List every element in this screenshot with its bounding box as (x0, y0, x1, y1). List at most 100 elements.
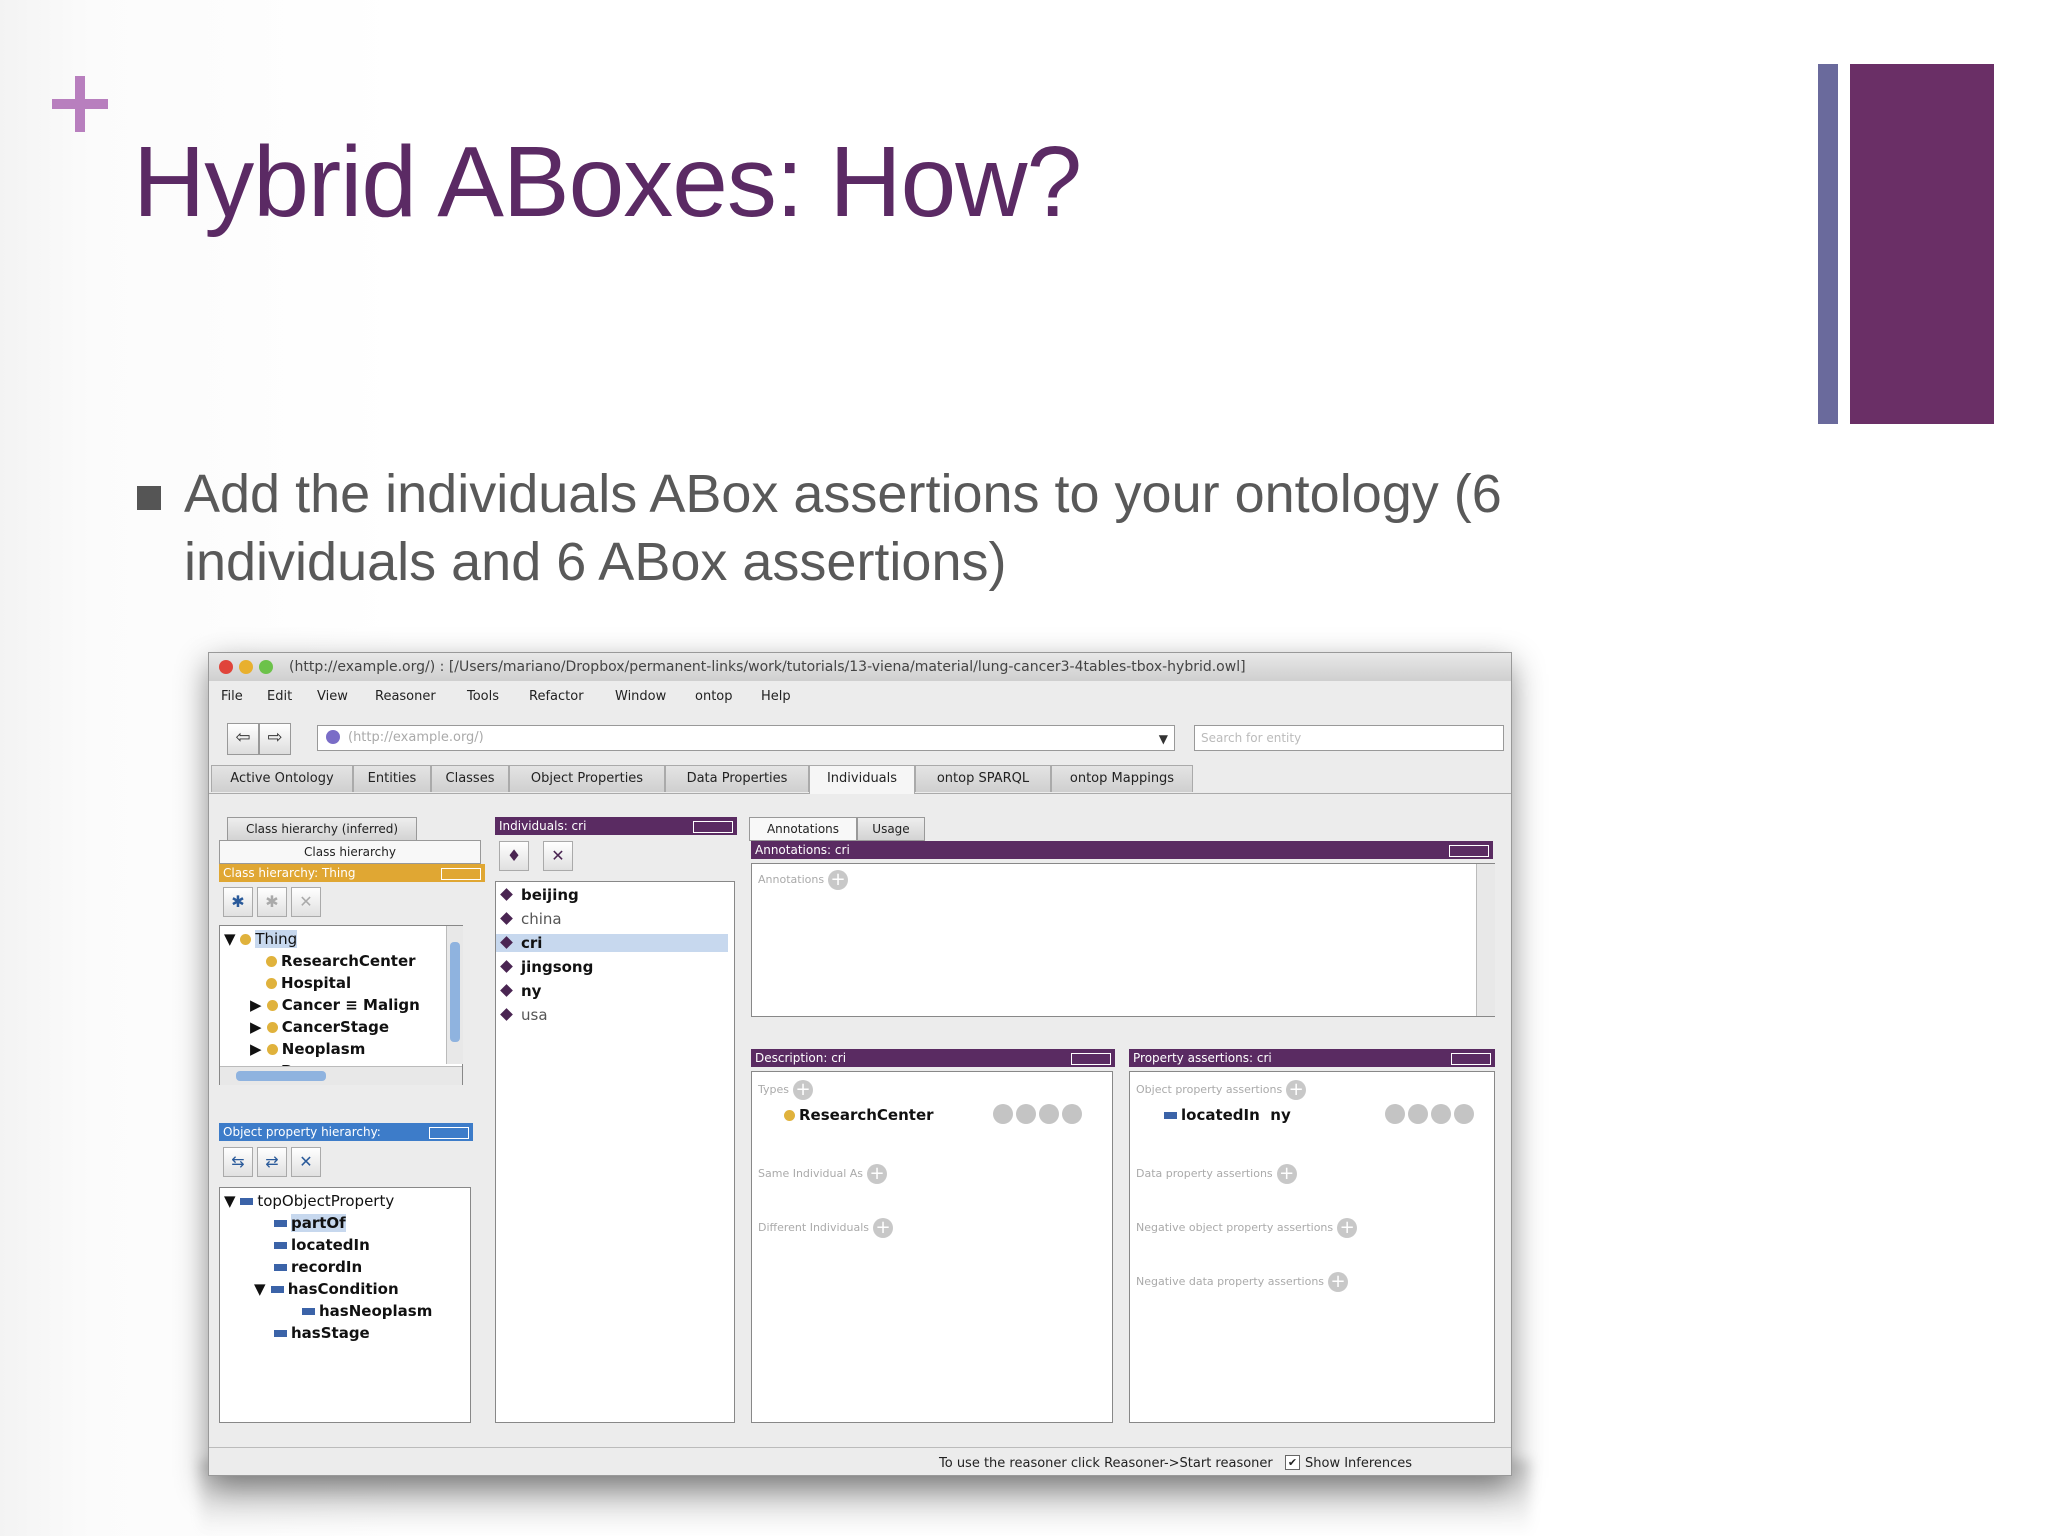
tab-object-properties[interactable]: Object Properties (509, 765, 665, 792)
tree-item-locatedin[interactable]: locatedIn (274, 1236, 370, 1254)
add-annotation-icon[interactable]: + (828, 870, 849, 890)
menu-window[interactable]: Window (615, 689, 666, 704)
accent-bar-thick (1850, 64, 1994, 424)
annotate-icon[interactable] (1408, 1104, 1428, 1124)
tab-entities[interactable]: Entities (353, 765, 431, 792)
tree-item-hasneoplasm[interactable]: hasNeoplasm (302, 1302, 432, 1320)
add-subclass-icon[interactable]: ✱ (223, 887, 253, 917)
list-item[interactable]: usa (500, 1006, 548, 1024)
tab-ontop-sparql[interactable]: ontop SPARQL (915, 765, 1051, 792)
zoom-window-icon[interactable] (259, 660, 273, 674)
ontology-url-field[interactable]: (http://example.org/) ▼ (317, 725, 1175, 751)
tab-data-properties[interactable]: Data Properties (665, 765, 809, 792)
panel-controls-icon[interactable] (693, 821, 733, 833)
add-subproperty-icon[interactable]: ⇆ (223, 1147, 253, 1177)
add-sibling-property-icon[interactable]: ⇄ (257, 1147, 287, 1177)
menu-ontop[interactable]: ontop (695, 689, 733, 704)
panel-controls-icon[interactable] (1449, 845, 1489, 857)
menu-edit[interactable]: Edit (267, 689, 292, 704)
tree-item-hospital[interactable]: Hospital (266, 974, 351, 992)
minimize-window-icon[interactable] (239, 660, 253, 674)
scroll-thumb[interactable] (450, 942, 460, 1042)
tab-active-ontology[interactable]: Active Ontology (211, 765, 353, 792)
delete-icon[interactable] (1039, 1104, 1059, 1124)
class-tree-scrollbar[interactable] (446, 926, 463, 1064)
expand-toggle-icon[interactable]: ▶ (250, 996, 267, 1014)
show-inferences-checkbox[interactable]: ✔ (1285, 1455, 1300, 1470)
tree-item-recordin[interactable]: recordIn (274, 1258, 362, 1276)
annotations-header: Annotations: cri (751, 841, 1493, 859)
tree-item-cancer[interactable]: ▶ Cancer ≡ Malign (250, 996, 420, 1014)
help-icon[interactable] (993, 1104, 1013, 1124)
chevron-down-icon[interactable]: ▼ (1159, 732, 1168, 746)
menu-file[interactable]: File (221, 689, 243, 704)
tree-item-topobjectproperty[interactable]: ▼ topObjectProperty (224, 1192, 394, 1210)
panel-controls-icon[interactable] (429, 1127, 469, 1139)
list-item[interactable]: jingsong (500, 958, 593, 976)
delete-class-icon[interactable]: ✕ (291, 887, 321, 917)
delete-property-icon[interactable]: ✕ (291, 1147, 321, 1177)
annotations-scrollbar[interactable] (1476, 864, 1495, 1016)
menu-view[interactable]: View (317, 689, 348, 704)
tree-item-partof[interactable]: partOf (274, 1214, 346, 1232)
delete-icon[interactable] (1431, 1104, 1451, 1124)
close-window-icon[interactable] (219, 660, 233, 674)
object-property-tree: ▼ topObjectProperty partOf locatedIn rec… (219, 1187, 471, 1423)
tab-classes[interactable]: Classes (431, 765, 509, 792)
menu-tools[interactable]: Tools (467, 689, 499, 704)
annotate-icon[interactable] (1016, 1104, 1036, 1124)
help-icon[interactable] (1385, 1104, 1405, 1124)
property-icon (1164, 1112, 1177, 1119)
add-different-individual-icon[interactable]: + (873, 1218, 894, 1238)
list-item-selected[interactable]: cri (496, 934, 728, 952)
tab-class-hierarchy[interactable]: Class hierarchy (219, 840, 481, 864)
add-negative-data-assertion-icon[interactable]: + (1328, 1272, 1349, 1292)
list-item[interactable]: beijing (500, 886, 579, 904)
expand-toggle-icon[interactable]: ▶ (250, 1040, 267, 1058)
add-negative-object-assertion-icon[interactable]: + (1337, 1218, 1358, 1238)
add-same-individual-icon[interactable]: + (867, 1164, 888, 1184)
tree-item-thing[interactable]: ▼ Thing (224, 930, 298, 948)
data-property-assertions-label: Data property assertions + (1136, 1164, 1297, 1184)
class-tree-hscrollbar[interactable] (220, 1066, 462, 1085)
assertion-locatedin-ny[interactable]: locatedIn ny (1164, 1106, 1291, 1124)
panel-controls-icon[interactable] (1071, 1053, 1111, 1065)
tree-item-researchcenter[interactable]: ResearchCenter (266, 952, 416, 970)
add-object-assertion-icon[interactable]: + (1286, 1080, 1307, 1100)
expand-toggle-icon[interactable]: ▶ (250, 1018, 267, 1036)
list-item[interactable]: china (500, 910, 562, 928)
expand-toggle-icon[interactable]: ▼ (254, 1280, 271, 1298)
tree-item-hasstage[interactable]: hasStage (274, 1324, 370, 1342)
tab-class-hierarchy-inferred[interactable]: Class hierarchy (inferred) (227, 817, 417, 841)
type-researchcenter[interactable]: ResearchCenter (784, 1106, 934, 1124)
expand-toggle-icon[interactable]: ▼ (224, 1192, 240, 1210)
delete-individual-icon[interactable]: ✕ (543, 841, 573, 871)
back-arrow-icon[interactable]: ⇦ (227, 723, 259, 755)
tab-annotations[interactable]: Annotations (749, 817, 857, 841)
add-data-assertion-icon[interactable]: + (1276, 1164, 1297, 1184)
add-individual-icon[interactable]: ♦ (499, 841, 529, 871)
hscroll-thumb[interactable] (236, 1071, 326, 1081)
object-property-assertions-label: Object property assertions + (1136, 1080, 1307, 1100)
tab-usage[interactable]: Usage (857, 817, 925, 841)
reasoner-hint: To use the reasoner click Reasoner->Star… (939, 1456, 1273, 1471)
menu-reasoner[interactable]: Reasoner (375, 689, 436, 704)
add-sibling-class-icon[interactable]: ✱ (257, 887, 287, 917)
panel-controls-icon[interactable] (1451, 1053, 1491, 1065)
edit-icon[interactable] (1454, 1104, 1474, 1124)
menu-help[interactable]: Help (761, 689, 791, 704)
tab-ontop-mappings[interactable]: ontop Mappings (1051, 765, 1193, 792)
tab-individuals[interactable]: Individuals (809, 765, 915, 794)
tree-item-hascondition[interactable]: ▼ hasCondition (254, 1280, 399, 1298)
edit-icon[interactable] (1062, 1104, 1082, 1124)
list-item[interactable]: ny (500, 982, 541, 1000)
expand-toggle-icon[interactable]: ▼ (224, 930, 240, 948)
forward-arrow-icon[interactable]: ⇨ (259, 723, 291, 755)
entity-search-input[interactable]: Search for entity (1194, 725, 1504, 751)
panel-controls-icon[interactable] (441, 868, 481, 880)
tree-item-neoplasm[interactable]: ▶ Neoplasm (250, 1040, 365, 1058)
tree-item-cancerstage[interactable]: ▶ CancerStage (250, 1018, 389, 1036)
add-type-icon[interactable]: + (793, 1080, 813, 1100)
plus-icon (52, 76, 108, 132)
menu-refactor[interactable]: Refactor (529, 689, 584, 704)
